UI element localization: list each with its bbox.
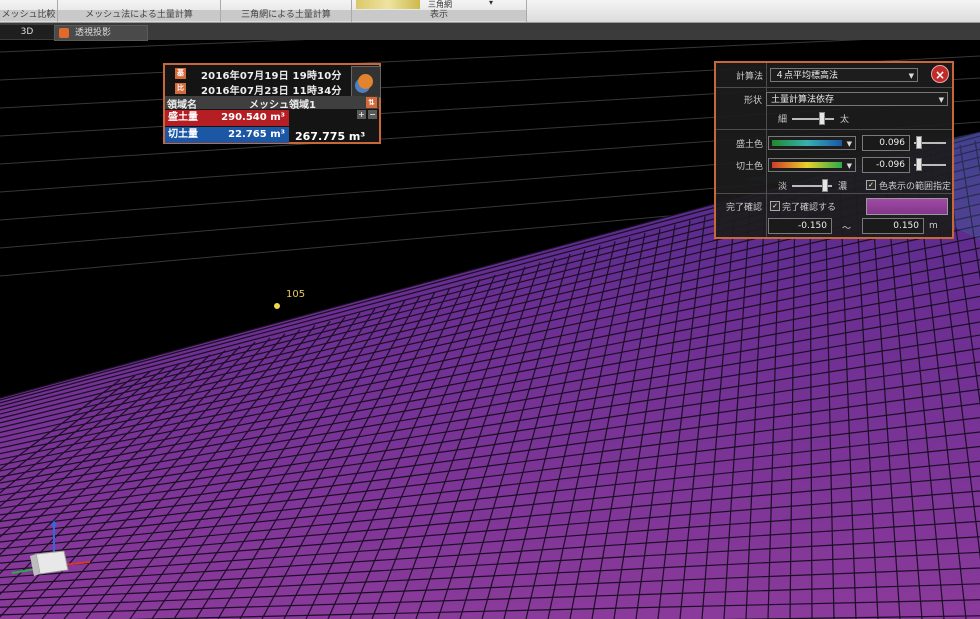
complete-label: 完了確認 xyxy=(726,203,763,213)
compare-badge: 比 xyxy=(175,83,186,94)
compare-icon[interactable] xyxy=(351,66,381,98)
chevron-down-icon: ▼ xyxy=(846,162,852,170)
column-divider xyxy=(766,63,767,237)
fill-volume-row: 盛土量 290.540 m³ + − xyxy=(165,110,379,126)
fill-color-label: 盛土色 xyxy=(736,140,764,150)
ribbon-group-mesh-calc[interactable]: メッシュ法による土量計算 xyxy=(58,0,221,22)
display-settings-panel: 計算法 ４点平均標高法 ▼ × 形状 土量計算法依存 ▼ 細 太 盛土色 ▼ 0.0… xyxy=(714,61,954,239)
fill-color-ramp xyxy=(772,140,842,146)
dark-label: 濃 xyxy=(838,182,848,192)
area-name-value: メッシュ領域1 xyxy=(249,100,316,111)
close-icon[interactable]: × xyxy=(931,65,949,83)
view-tabbar: 3D 透視投影 xyxy=(0,23,980,41)
range-min-input[interactable]: -0.150 xyxy=(768,218,832,234)
fill-color-select[interactable]: ▼ xyxy=(768,136,856,150)
unit-label: m xyxy=(929,221,938,231)
date-to: 2016年07月23日 11時34分 xyxy=(201,86,342,97)
volume-info-panel: 基 2016年07月19日 19時10分 比 2016年07月23日 11時34… xyxy=(163,63,381,144)
divider xyxy=(716,87,952,88)
thick-label: 太 xyxy=(840,115,850,125)
ribbon-group-label: 三角網による土量計算 xyxy=(221,10,351,21)
range-separator: ～ xyxy=(842,224,852,234)
cut-volume-label: 切土量 xyxy=(165,127,201,143)
thin-label: 細 xyxy=(778,115,788,125)
cube-icon xyxy=(59,28,69,38)
thickness-slider[interactable] xyxy=(792,118,834,120)
area-name-label: 領域名 xyxy=(167,100,197,111)
ribbon: メッシュ比較 メッシュ法による土量計算 三角網による土量計算 表示 三角網 ▾ xyxy=(0,0,980,23)
shape-select[interactable]: 土量計算法依存 ▼ xyxy=(766,92,948,106)
complete-color-swatch[interactable] xyxy=(866,198,948,215)
date-from: 2016年07月19日 19時10分 xyxy=(201,71,342,82)
cut-color-label: 切土色 xyxy=(736,162,764,172)
shape-label: 形状 xyxy=(744,96,763,106)
tab-perspective-label: 透視投影 xyxy=(75,28,112,38)
row-buttons: + − xyxy=(355,110,377,121)
fill-threshold-knob[interactable] xyxy=(916,136,922,149)
cut-color-select[interactable]: ▼ xyxy=(768,158,856,172)
background-grid-line xyxy=(0,40,307,53)
calc-method-select[interactable]: ４点平均標高法 ▼ xyxy=(770,68,918,82)
area-header-row: 領域名 メッシュ領域1 ⇅ xyxy=(165,96,379,111)
shape-value: 土量計算法依存 xyxy=(771,95,835,105)
ribbon-tiny-text: 三角網 xyxy=(428,0,452,9)
sort-icon[interactable]: ⇅ xyxy=(366,97,377,108)
range-checkbox[interactable]: ✓ xyxy=(866,180,876,190)
ribbon-group-label: メッシュ法による土量計算 xyxy=(58,10,220,21)
fill-threshold-input[interactable]: 0.096 xyxy=(862,135,910,151)
axis-gizmo[interactable] xyxy=(6,518,96,588)
calc-method-label: 計算法 xyxy=(736,72,764,82)
intensity-slider-knob[interactable] xyxy=(822,179,828,192)
date-row-from: 基 2016年07月19日 19時10分 xyxy=(165,67,379,82)
cut-color-ramp xyxy=(772,162,842,168)
range-check-label: 色表示の範囲指定 xyxy=(879,182,952,192)
survey-point-marker[interactable] xyxy=(274,303,280,309)
minus-icon[interactable]: − xyxy=(368,110,377,119)
ribbon-group-mesh-compare[interactable]: メッシュ比較 xyxy=(0,0,58,22)
cut-threshold-knob[interactable] xyxy=(916,158,922,171)
complete-check-label: 完了確認する xyxy=(782,203,837,213)
divider xyxy=(716,193,952,194)
light-label: 淡 xyxy=(778,182,788,192)
chevron-down-icon: ▼ xyxy=(938,96,944,104)
cut-volume-value: 22.765 m³ xyxy=(201,127,289,143)
net-volume-value: 267.775 m³ xyxy=(295,130,366,143)
ribbon-group-triangle-calc[interactable]: 三角網による土量計算 xyxy=(221,0,352,22)
chevron-down-icon: ▼ xyxy=(846,140,852,148)
thickness-slider-knob[interactable] xyxy=(819,112,825,125)
plus-icon[interactable]: + xyxy=(357,110,366,119)
fill-volume-label: 盛土量 xyxy=(165,110,201,126)
tab-3d[interactable]: 3D xyxy=(0,25,54,39)
base-badge: 基 xyxy=(175,68,186,79)
complete-checkbox[interactable]: ✓ xyxy=(770,201,780,211)
range-max-input[interactable]: 0.150 xyxy=(862,218,924,234)
calc-method-value: ４点平均標高法 xyxy=(775,71,839,81)
ribbon-group-label: 表示 xyxy=(352,10,526,21)
ribbon-group-label: メッシュ比較 xyxy=(0,10,57,21)
chevron-down-icon: ▼ xyxy=(908,72,914,80)
chevron-down-icon[interactable]: ▾ xyxy=(489,0,493,7)
point-label: 105 xyxy=(286,289,306,300)
tab-perspective[interactable]: 透視投影 xyxy=(54,25,148,41)
divider xyxy=(716,129,952,130)
fill-volume-value: 290.540 m³ xyxy=(201,110,289,126)
ribbon-thumbnail[interactable] xyxy=(356,0,420,9)
date-row-to: 比 2016年07月23日 11時34分 xyxy=(165,82,379,97)
cut-threshold-input[interactable]: -0.096 xyxy=(862,157,910,173)
